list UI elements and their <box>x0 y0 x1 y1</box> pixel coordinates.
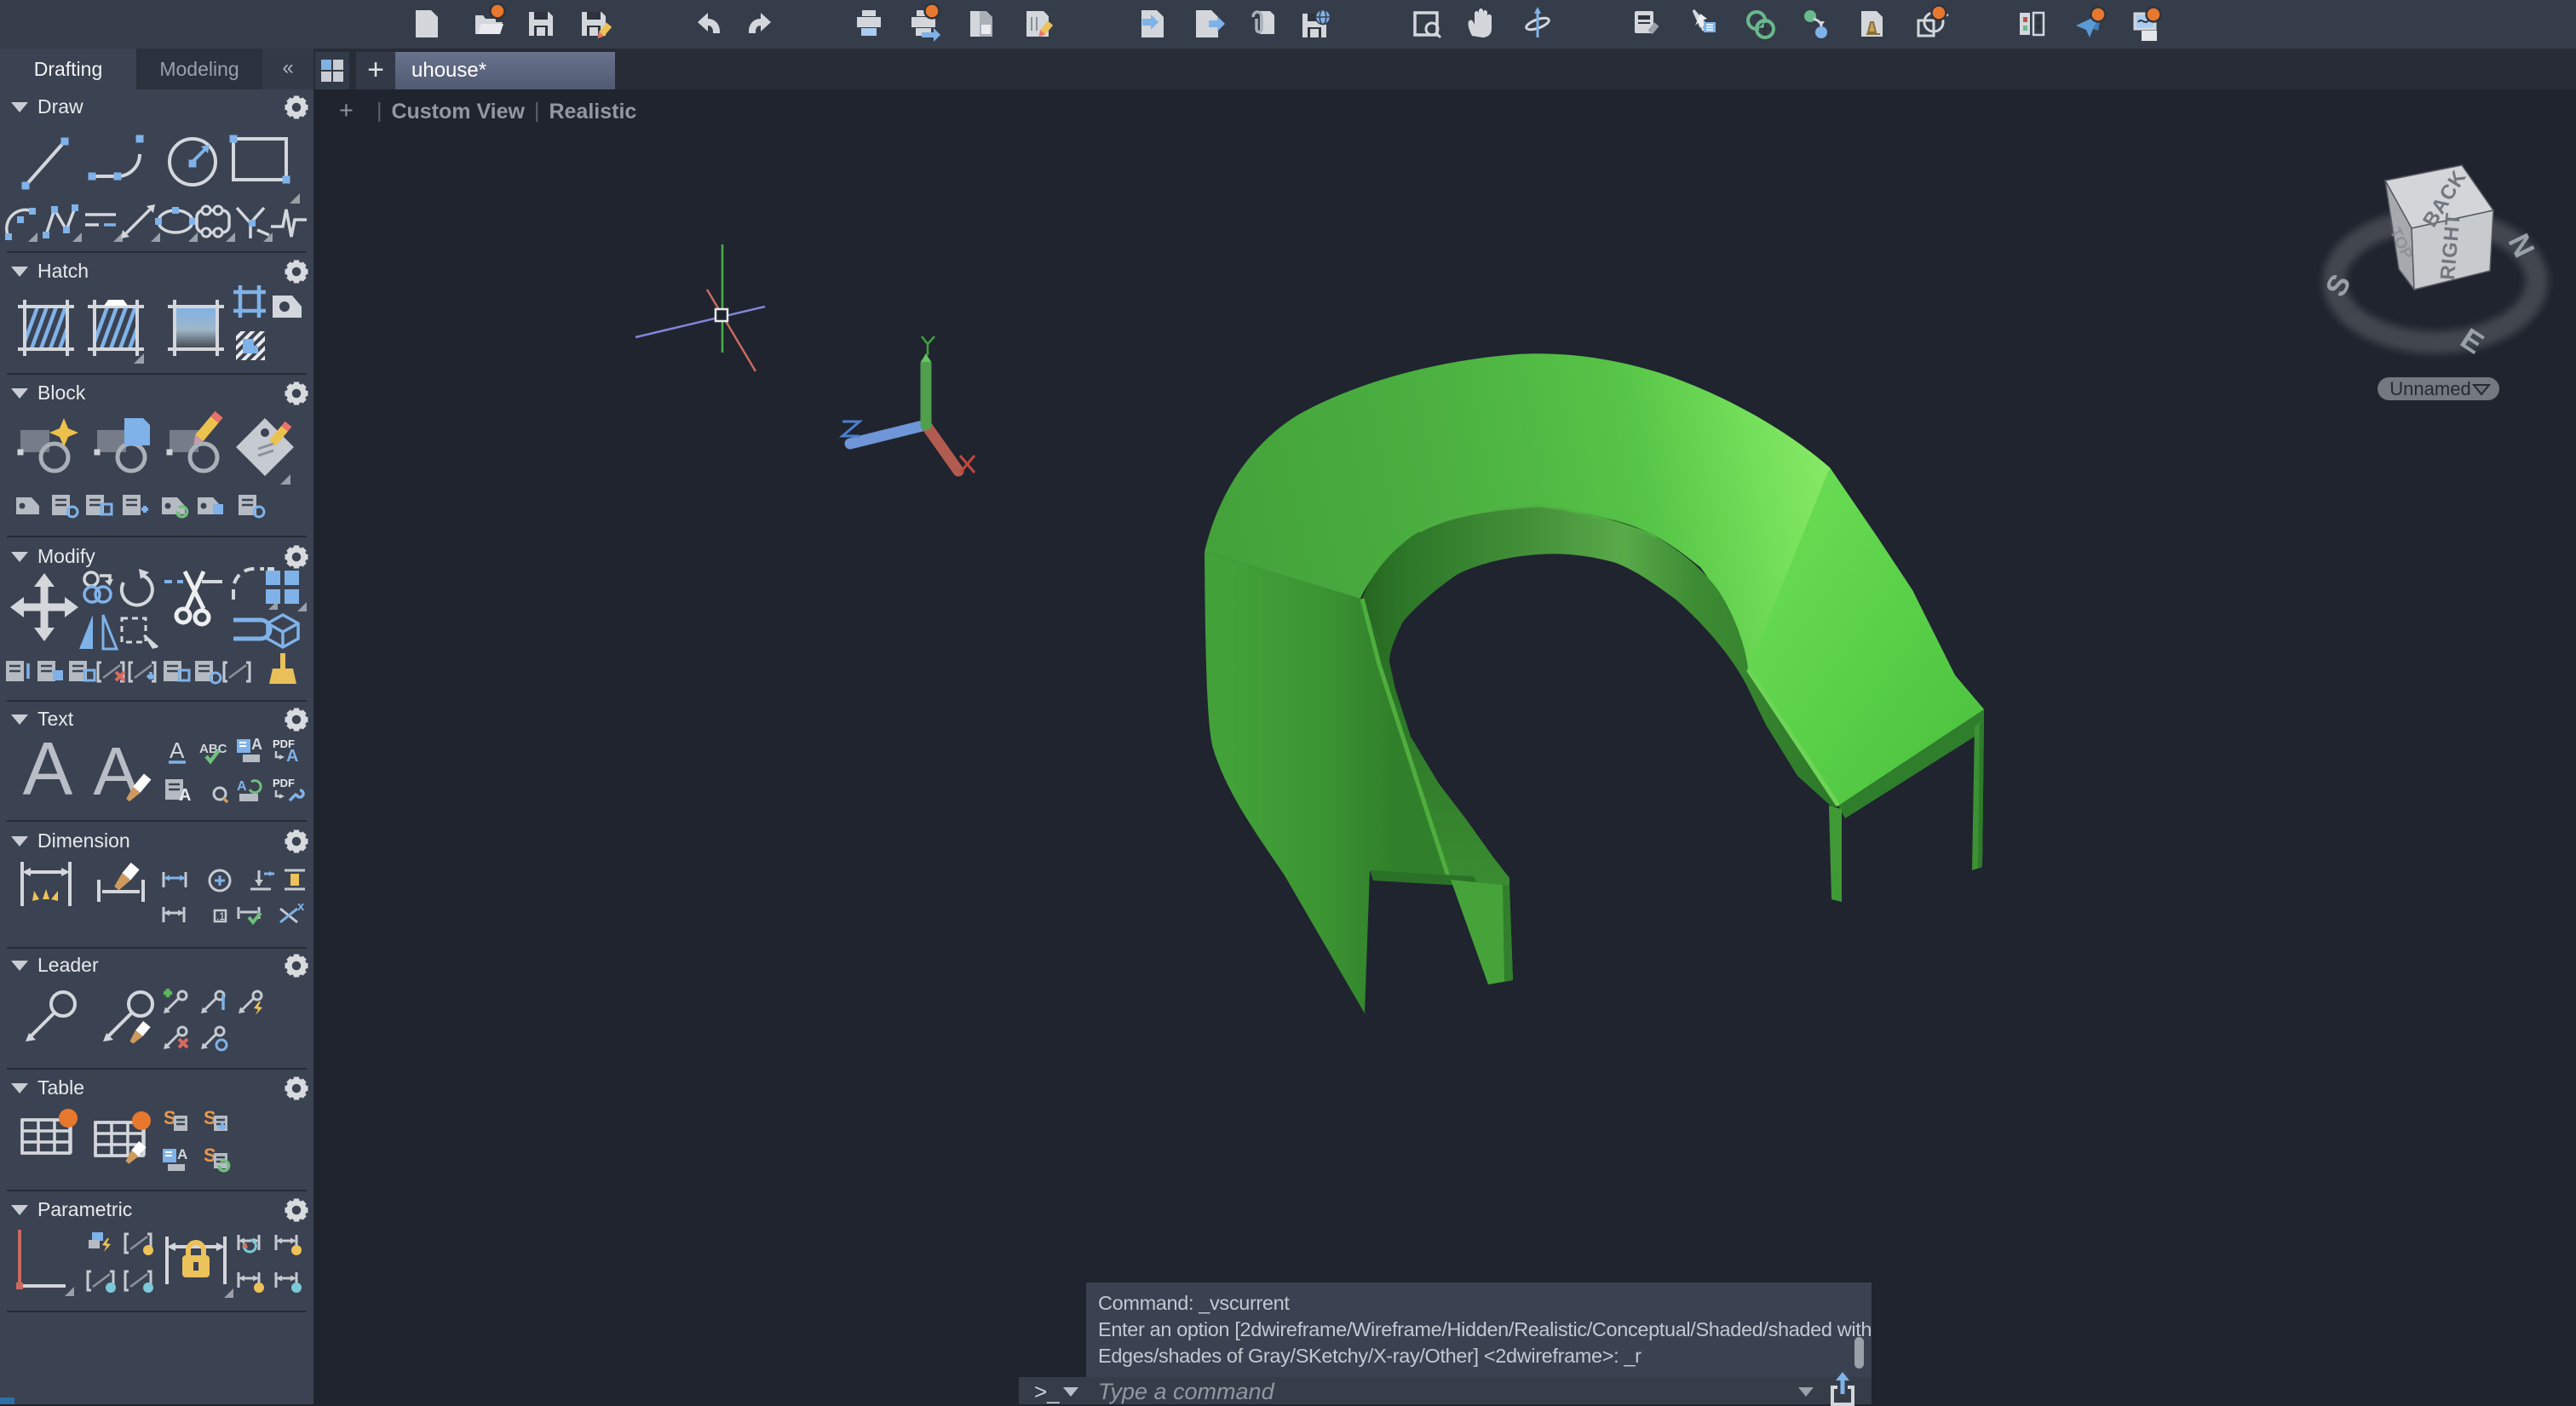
svg-text:A: A <box>286 747 298 766</box>
svg-text:A: A <box>237 779 247 794</box>
svg-text:A: A <box>170 737 185 763</box>
svg-text:.1: .1 <box>216 910 225 922</box>
svg-text:ABC: ABC <box>199 742 227 756</box>
svg-text:x: x <box>297 899 305 914</box>
svg-text:A: A <box>23 726 73 811</box>
svg-text:A: A <box>251 736 262 753</box>
svg-text:A: A <box>179 786 191 805</box>
svg-text:Unnamed: Unnamed <box>2389 378 2470 399</box>
svg-text:A: A <box>177 1146 187 1162</box>
svg-text:PDF: PDF <box>273 777 295 789</box>
